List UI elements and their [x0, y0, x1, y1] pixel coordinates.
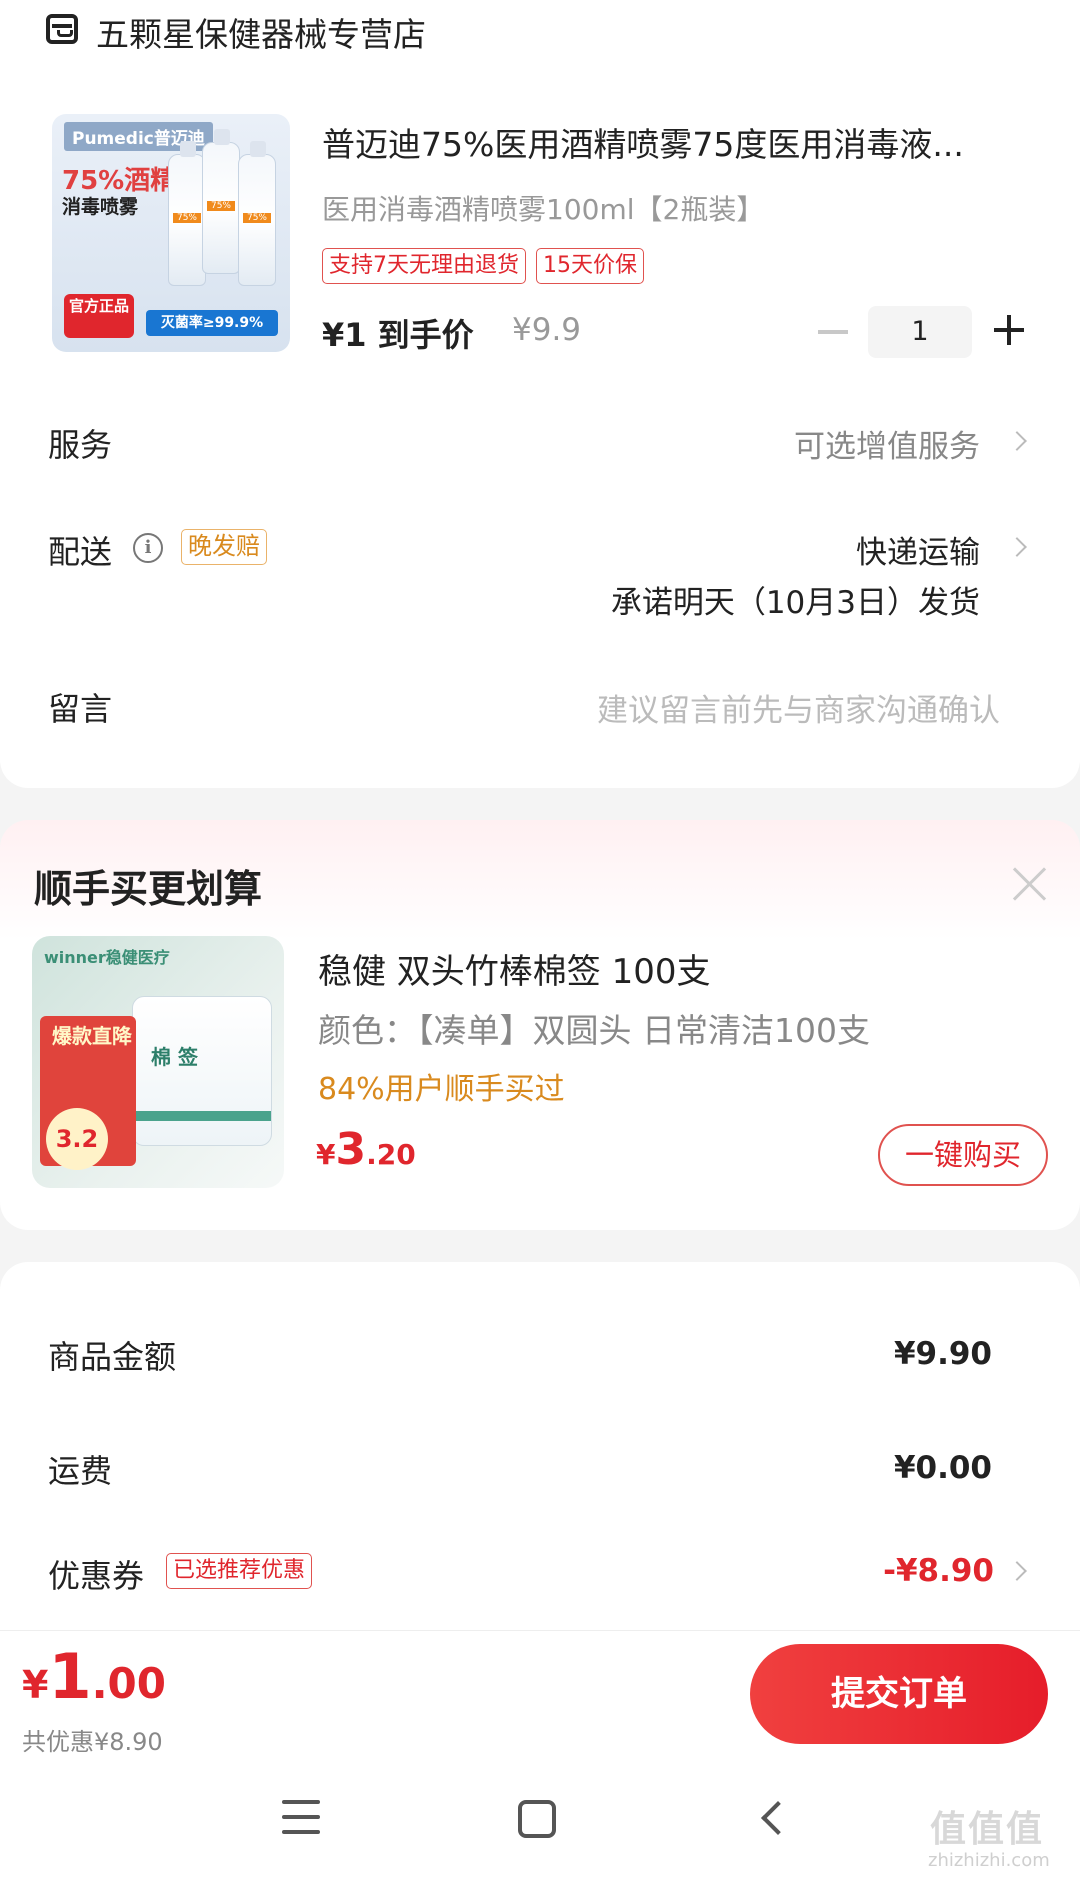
message-label: 留言	[48, 690, 113, 728]
price-currency: ¥	[316, 1138, 336, 1171]
recommendation-image-price: 3.2	[46, 1108, 108, 1170]
product-image-subline: 消毒喷雾	[62, 196, 139, 218]
quantity-increase-button[interactable]	[994, 315, 1024, 345]
coupon-value[interactable]: -¥8.90	[883, 1553, 994, 1589]
quantity-input[interactable]: 1	[868, 306, 972, 358]
goods-amount-value: ¥9.90	[893, 1336, 992, 1372]
product-variant[interactable]: 医用消毒酒精喷雾100ml【2瓶装】	[322, 188, 764, 228]
recommendation-title: 顺手买更划算	[34, 867, 263, 911]
product-image-badge-left: 官方正品	[64, 294, 134, 338]
recommendation-variant[interactable]: 颜色：【凑单】双圆头 日常清洁100支	[318, 1004, 870, 1052]
goods-amount-label: 商品金额	[48, 1338, 177, 1376]
total-decimal: .00	[91, 1659, 166, 1708]
delivery-method[interactable]: 快递运输	[856, 527, 980, 572]
price-protect-tag: 15天价保	[536, 248, 644, 284]
promo-burst-text: 爆款直降	[52, 1024, 132, 1048]
final-price: ¥1 到手价	[322, 316, 474, 354]
shipping-value: ¥0.00	[893, 1450, 992, 1486]
menu-icon[interactable]	[282, 1800, 320, 1834]
product-image-badge-right: 灭菌率≥99.9%	[146, 310, 278, 336]
delivery-promise: 承诺明天（10月3日）发货	[610, 585, 980, 621]
total-currency: ¥	[22, 1663, 49, 1707]
social-proof-text: 84%用户顺手买过	[318, 1072, 565, 1107]
total-price: ¥1.00	[22, 1640, 166, 1713]
recommendation-product-name[interactable]: 稳健 双头竹棒棉签 100支	[318, 944, 711, 993]
price-integer: 3	[335, 1124, 367, 1175]
close-icon[interactable]	[1012, 866, 1048, 902]
product-title[interactable]: 普迈迪75%医用酒精喷雾75度医用消毒液...	[322, 118, 1012, 166]
total-integer: 1	[48, 1640, 92, 1713]
submit-order-button[interactable]: 提交订单	[750, 1644, 1048, 1744]
info-icon[interactable]: i	[133, 533, 163, 563]
original-price: ¥9.9	[512, 312, 582, 348]
watermark-url: zhizhizhi.com	[928, 1850, 1050, 1871]
late-compensation-badge: 晚发赔	[181, 529, 267, 565]
recommendation-price: ¥3.20	[316, 1124, 416, 1175]
watermark-logo: 值值值	[930, 1809, 1045, 1850]
quantity-decrease-button[interactable]	[818, 330, 848, 334]
bottle-graphic	[238, 141, 276, 286]
home-icon[interactable]	[518, 1800, 556, 1838]
store-name[interactable]: 五颗星保健器械专营店	[96, 8, 426, 56]
coupon-recommended-tag: 已选推荐优惠	[166, 1553, 313, 1589]
recommendation-image-brand: winner稳健医疗	[44, 948, 170, 967]
total-discount: 共优惠¥8.90	[22, 1728, 163, 1756]
service-label: 服务	[48, 426, 113, 464]
product-image[interactable]: Pumedic普迈迪 75%酒精 消毒喷雾 官方正品 灭菌率≥99.9%	[52, 114, 290, 352]
one-click-buy-button[interactable]: 一键购买	[878, 1124, 1048, 1186]
return-policy-tag: 支持7天无理由退货	[322, 248, 526, 284]
bottle-graphic	[202, 129, 240, 274]
service-value[interactable]: 可选增值服务	[794, 421, 980, 466]
store-icon	[46, 14, 78, 44]
delivery-label: 配送	[48, 533, 113, 571]
price-decimal: .20	[366, 1138, 416, 1171]
message-input[interactable]: 建议留言前先与商家沟通确认	[597, 685, 1000, 730]
coupon-label: 优惠券	[48, 1557, 145, 1595]
bottle-graphic	[168, 141, 206, 286]
cotton-jar-graphic	[132, 996, 272, 1146]
shipping-label: 运费	[48, 1452, 113, 1490]
recommendation-image[interactable]: winner稳健医疗 爆款直降 3.2	[32, 936, 284, 1188]
